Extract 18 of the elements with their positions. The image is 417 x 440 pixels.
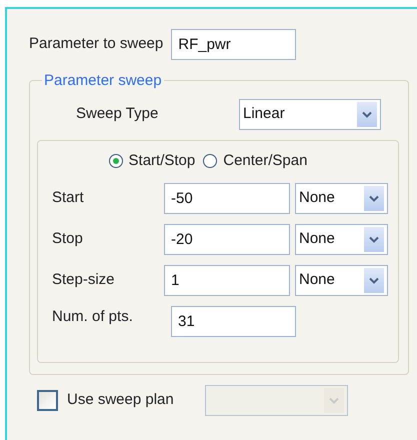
field-label: Start: [52, 188, 85, 208]
radio-option[interactable]: Center/Span: [203, 150, 308, 172]
sweep-type-dropdown[interactable]: Linear: [239, 99, 381, 130]
unit-dropdown[interactable]: None: [295, 264, 388, 296]
value-field[interactable]: -50: [164, 182, 290, 214]
field-label: Step-size: [52, 270, 116, 290]
points-field[interactable]: 31: [171, 306, 296, 336]
value-field[interactable]: 1: [164, 264, 290, 296]
parameter-field[interactable]: RF_pwr: [171, 29, 296, 60]
checkbox-label: Use sweep plan: [67, 390, 175, 410]
field-label: Sweep Type: [76, 104, 160, 124]
field-label: Stop: [52, 228, 84, 249]
field-label: Parameter to sweep: [29, 34, 164, 54]
value-field[interactable]: -20: [164, 224, 290, 254]
field-label: Num. of pts.: [52, 306, 134, 326]
unit-dropdown[interactable]: None: [295, 182, 388, 214]
unit-dropdown[interactable]: None: [295, 224, 388, 254]
radio-option[interactable]: Start/Stop: [108, 150, 196, 172]
